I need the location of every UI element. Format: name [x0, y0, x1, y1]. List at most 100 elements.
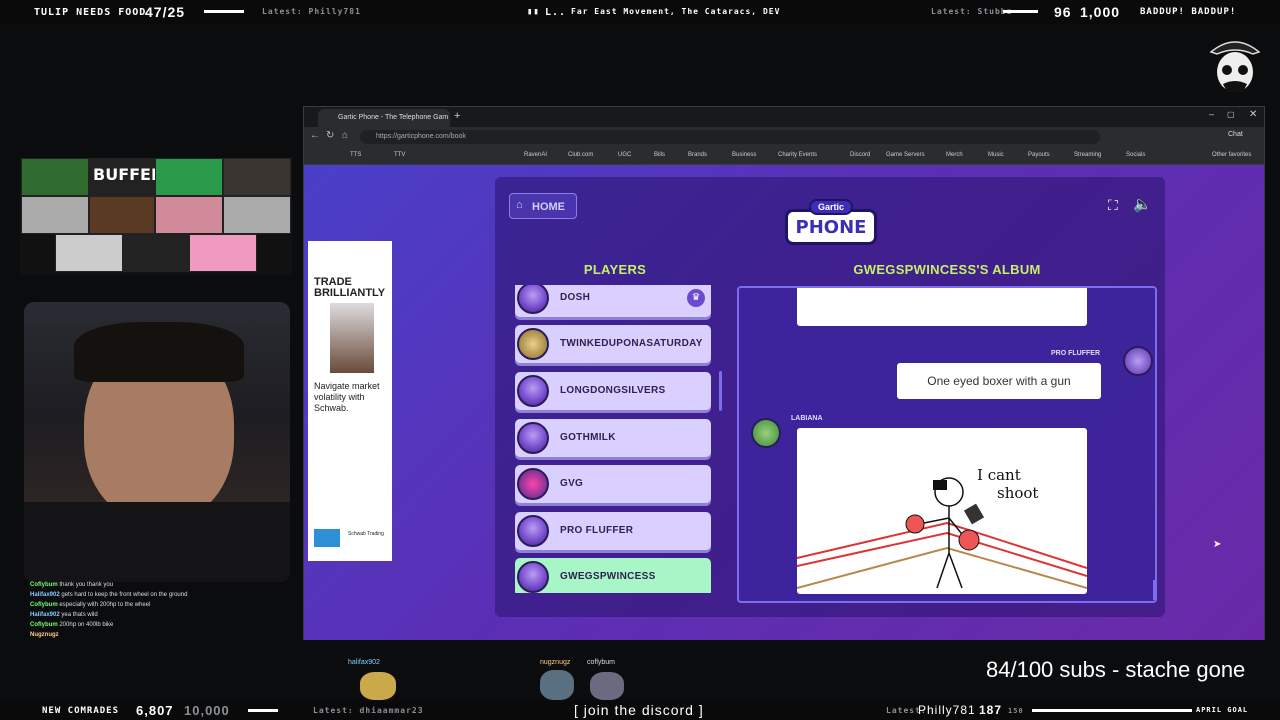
latest2-user: Philly781	[918, 703, 976, 717]
ad-headline: TRADE BRILLIANTLY	[314, 276, 386, 299]
walker-name: halifax902	[348, 659, 380, 666]
drawing-svg	[797, 477, 1087, 589]
april-count: 187	[979, 703, 1003, 717]
bookmark[interactable]: Merch	[946, 152, 963, 158]
cam-2: BUFFED	[89, 158, 164, 196]
player-row[interactable]: DOSH ♛	[515, 285, 711, 317]
latest-comrade: Latest: dhiaammar23	[313, 706, 424, 715]
right-progress-bar	[1003, 10, 1038, 13]
latest-right: Latest: Stubbz	[931, 7, 1013, 16]
bookmarks-bar: TTS TTV RavenAI Club.com UGC Bills Brand…	[304, 147, 1264, 165]
schwab-ad[interactable]: TRADE BRILLIANTLY Navigate market volati…	[308, 241, 392, 561]
bookmark[interactable]: Game Servers	[886, 152, 925, 158]
cam-3	[155, 158, 223, 196]
bookmark[interactable]: Streaming	[1074, 152, 1101, 158]
cam-9	[55, 234, 123, 272]
album-title: GWEGSPWINCESS'S ALBUM	[853, 262, 1041, 277]
chat-line: Halifax902 gets hard to keep the front w…	[30, 592, 188, 598]
mouse-cursor-icon: ➤	[1213, 539, 1222, 550]
cam-1	[21, 158, 89, 196]
cam-11	[189, 234, 257, 272]
player-row[interactable]: LONGDONGSILVERS	[515, 372, 711, 410]
home-icon: ⌂	[516, 199, 523, 211]
chat-line: Coflybum especially with 200hp to the wh…	[30, 602, 151, 608]
bookmark[interactable]: Other favorites	[1212, 152, 1251, 158]
player-row[interactable]: PRO FLUFFER	[515, 512, 711, 550]
url-bar-row: ← ↻ ⌂ https://garticphone.com/book Chat	[304, 127, 1264, 147]
song-prefix: L..	[545, 7, 567, 18]
players-scrollbar[interactable]	[719, 371, 722, 411]
drawing-canvas: I cant shoot	[797, 428, 1087, 594]
goal-label: TULIP NEEDS FOOD	[34, 7, 147, 18]
cam-grid: BUFFED	[20, 158, 292, 274]
bookmark[interactable]: TTS	[350, 152, 361, 158]
gartic-site: TRADE BRILLIANTLY Navigate market volati…	[304, 165, 1264, 640]
right-text: BADDUP! BADDUP!	[1140, 7, 1237, 17]
player-row[interactable]: TWINKEDUPONASATURDAY	[515, 325, 711, 363]
home-button[interactable]: ⌂ HOME	[509, 193, 577, 219]
cam-4	[223, 158, 291, 196]
song-title: Far East Movement, The Cataracs, DEV	[571, 7, 781, 16]
players-list: DOSH ♛ TWINKEDUPONASATURDAY LONGDONGSILV…	[495, 285, 735, 593]
comrades-goal: 10,000	[184, 703, 230, 718]
back-icon[interactable]: ←	[310, 130, 320, 141]
bookmark[interactable]: Business	[732, 152, 756, 158]
copilot-chat-button[interactable]: Chat	[1228, 131, 1243, 138]
bookmark[interactable]: Charity Events	[778, 152, 817, 158]
bookmark[interactable]: Payouts	[1028, 152, 1050, 158]
shirt	[24, 502, 290, 582]
bookmark[interactable]: Brands	[688, 152, 707, 158]
bookmark[interactable]: RavenAI	[524, 152, 547, 158]
drawing-caption-1: I cant	[977, 466, 1021, 484]
bookmark[interactable]: Socials	[1126, 152, 1145, 158]
new-tab-button[interactable]: +	[454, 110, 460, 122]
walker-name: nugznugz	[540, 659, 571, 666]
cam-8	[223, 196, 291, 234]
comrades-progress	[248, 709, 278, 712]
bookmark[interactable]: Bills	[654, 152, 665, 158]
hair	[74, 322, 244, 382]
cam-7	[155, 196, 223, 234]
close-window-button[interactable]: ✕	[1249, 109, 1257, 120]
walker-sprite	[360, 672, 396, 700]
bookmark[interactable]: Discord	[850, 152, 870, 158]
home-icon[interactable]: ⌂	[342, 130, 348, 141]
goal-progress-bar	[204, 10, 244, 13]
comrades-label: NEW COMRADES	[42, 706, 120, 716]
drawer-avatar	[751, 418, 781, 448]
music-icon: ▮▮	[527, 7, 540, 17]
chat-line: Halifax902 yea thats wild	[30, 612, 98, 618]
walker-sprite	[540, 670, 574, 700]
minimize-button[interactable]: –	[1209, 109, 1214, 119]
tab-strip: Gartic Phone - The Telephone Gam + – ▢ ✕	[304, 107, 1264, 127]
walker-name: coflybum	[587, 659, 616, 666]
count-b: 1,000	[1080, 4, 1121, 20]
volume-icon[interactable]: 🔈	[1133, 195, 1152, 213]
album-scrollbar[interactable]	[1153, 580, 1155, 600]
ad-logo	[314, 529, 340, 547]
player-row[interactable]: GVG	[515, 465, 711, 503]
bookmark[interactable]: UGC	[618, 152, 631, 158]
walker-sprite	[590, 672, 624, 700]
bookmark[interactable]: TTV	[394, 152, 405, 158]
subs-goal-text: 84/100 subs - stache gone	[986, 657, 1246, 682]
bookmark[interactable]: Club.com	[568, 152, 593, 158]
address-input[interactable]: https://garticphone.com/book	[360, 130, 1100, 144]
game-panel: ⌂ HOME Gartic PHONE ⛶ 🔈 PLAYERS GWEGSPWI…	[495, 177, 1165, 617]
april-goal-label: APRIL GOAL	[1196, 706, 1249, 714]
reload-icon[interactable]: ↻	[326, 130, 334, 141]
browser-tab[interactable]: Gartic Phone - The Telephone Gam	[318, 109, 450, 127]
latest-left: Latest: Philly781	[262, 7, 361, 16]
player-row[interactable]: GOTHMILK	[515, 419, 711, 457]
fullscreen-icon[interactable]: ⛶	[1108, 197, 1118, 214]
players-title: PLAYERS	[583, 262, 647, 277]
maximize-button[interactable]: ▢	[1227, 110, 1235, 119]
bookmark[interactable]: Music	[988, 152, 1004, 158]
cam-6	[89, 196, 155, 234]
author-avatar	[1123, 346, 1153, 376]
ad-caption: Navigate market volatility with Schwab.	[314, 381, 380, 413]
player-row-active[interactable]: GWEGSPWINCESS	[515, 558, 711, 593]
streamer-webcam	[24, 302, 290, 582]
discord-text: [ join the discord ]	[574, 702, 704, 718]
april-progress	[1032, 709, 1192, 712]
